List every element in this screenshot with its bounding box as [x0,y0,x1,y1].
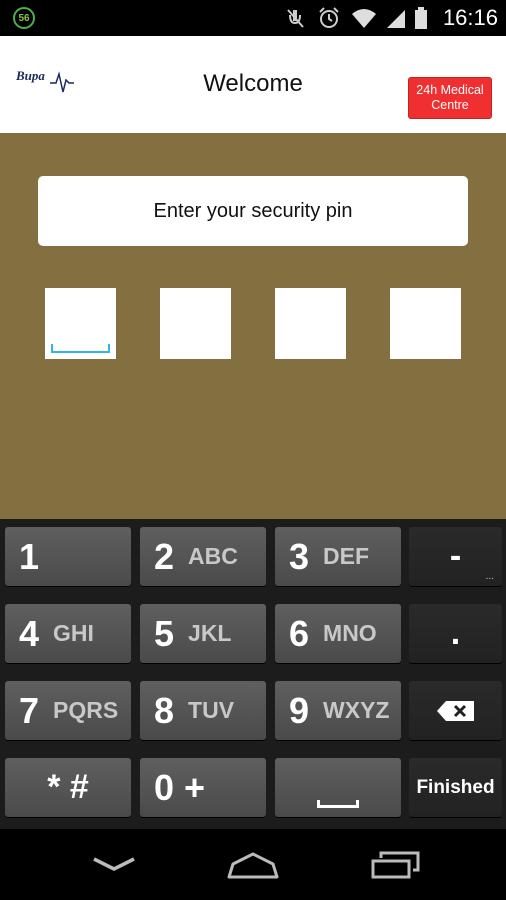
more-dots: ... [485,571,494,582]
wifi-icon [351,9,376,28]
alarm-icon [319,7,339,28]
navigation-bar [0,829,506,900]
key-8[interactable]: 8 TUV [140,681,266,740]
notification-badge: 56 [13,7,35,29]
app-header: Bupa Welcome 24h Medical Centre [0,36,506,133]
key-0-label: 0 + [154,766,206,808]
mute-icon [287,9,304,28]
battery-icon [414,7,427,29]
key-8-number: 8 [154,689,175,731]
pin-digit-3[interactable] [275,288,346,359]
minus-label: - [449,537,462,575]
numeric-keypad: 1 2 ABC 3 DEF - ... 4 GHI 5 JKL 6 MNO . … [0,519,506,829]
key-1[interactable]: 1 [5,527,131,586]
medical-button-line2: Centre [431,98,469,112]
chevron-down-icon [93,857,135,871]
recent-apps-button[interactable] [366,847,426,883]
key-9-letters: WXYZ [323,697,390,723]
key-7-letters: PQRS [53,697,119,723]
finished-button[interactable]: Finished [409,758,502,817]
space-key[interactable] [275,758,401,817]
key-9[interactable]: 9 WXYZ [275,681,401,740]
key-5-number: 5 [154,612,175,654]
space-icon [317,800,359,808]
key-4-letters: GHI [53,620,94,646]
key-9-number: 9 [289,689,310,731]
home-button[interactable] [223,847,283,883]
key-3-number: 3 [289,535,310,577]
key-6[interactable]: 6 MNO [275,604,401,663]
key-2[interactable]: 2 ABC [140,527,266,586]
key-5[interactable]: 5 JKL [140,604,266,663]
finished-label: Finished [416,776,495,798]
star-hash-label: * # [47,768,89,806]
home-icon [227,852,279,879]
back-button[interactable] [84,847,144,883]
key-4[interactable]: 4 GHI [5,604,131,663]
key-6-number: 6 [289,612,310,654]
backspace-icon [436,700,474,721]
pin-prompt: Enter your security pin [38,176,468,246]
key-1-number: 1 [19,535,40,577]
status-icons: 16:16 [285,0,498,36]
key-minus[interactable]: - ... [409,527,502,586]
recent-apps-icon [371,851,420,879]
key-0[interactable]: 0 + [140,758,266,817]
key-star-hash[interactable]: * # [5,758,131,817]
key-6-letters: MNO [323,620,377,646]
key-period[interactable]: . [409,604,502,663]
medical-button-line1: 24h Medical [416,83,484,97]
key-7[interactable]: 7 PQRS [5,681,131,740]
key-4-number: 4 [19,612,40,654]
key-3[interactable]: 3 DEF [275,527,401,586]
pin-digit-4[interactable] [390,288,461,359]
key-2-number: 2 [154,535,175,577]
period-label: . [450,614,461,652]
backspace-button[interactable] [409,681,502,740]
clock: 16:16 [442,5,498,30]
pin-digit-2[interactable] [160,288,231,359]
key-7-number: 7 [19,689,40,731]
key-2-letters: ABC [188,543,238,569]
key-8-letters: TUV [188,697,235,723]
key-5-letters: JKL [188,620,232,646]
pin-entry-area: Enter your security pin [0,133,506,519]
pin-digit-1[interactable] [45,288,116,359]
signal-icon [386,10,405,28]
medical-centre-button[interactable]: 24h Medical Centre [408,77,492,119]
key-3-letters: DEF [323,543,370,569]
status-bar: 56 16:16 [0,0,506,36]
